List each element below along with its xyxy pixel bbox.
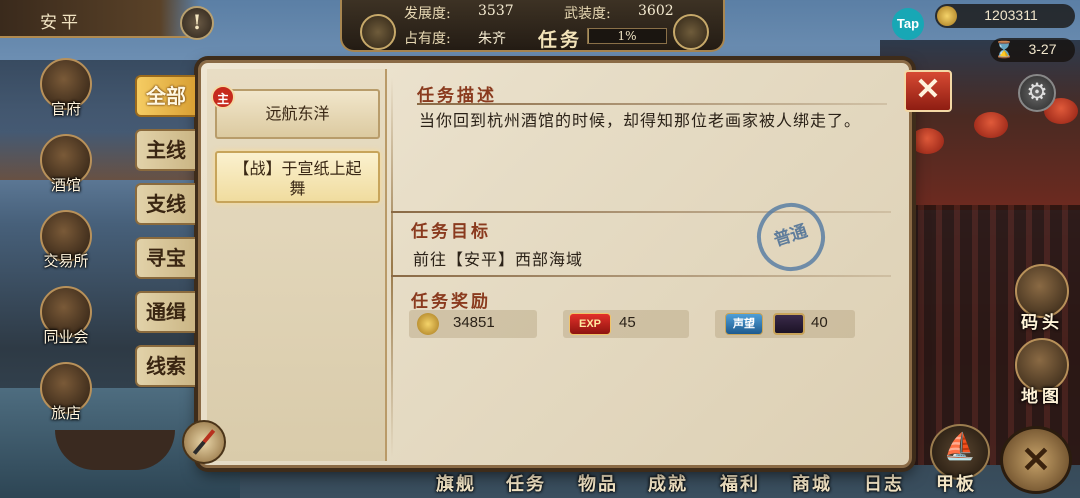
goal-title: 任务目标 [411, 222, 491, 242]
reward-fame-value: 40 [811, 314, 828, 331]
tab-all[interactable]: 全部 [135, 75, 195, 117]
development-value: 3537 [478, 3, 514, 19]
fame-icon: 声望 [725, 313, 763, 335]
reward-title: 任务奖励 [411, 292, 491, 312]
building-label: 官府 [50, 100, 81, 118]
dock-button[interactable]: 码头 [1012, 264, 1072, 333]
city-name: 安平 [40, 13, 82, 33]
building-exchange-button[interactable]: 交易所 [38, 210, 94, 271]
taptap-button[interactable]: Tap [892, 8, 924, 40]
date-value: 3-27 [1028, 41, 1057, 57]
close-icon[interactable]: ✕ [904, 70, 952, 112]
occupancy-value: 朱齐 [478, 31, 506, 47]
city-stats-hud: 发展度: 3537 武装度: 3602 占有度: 朱齐 任务 1% [340, 0, 725, 52]
section-divider [391, 275, 891, 277]
section-divider [417, 103, 887, 105]
ship-emblem-icon[interactable] [360, 14, 396, 50]
panel-divider [391, 77, 393, 457]
tab-wanted[interactable]: 通缉 [135, 291, 195, 333]
chevron-down-icon[interactable] [673, 14, 709, 50]
sailing-ship-icon: ⛵ [943, 432, 977, 462]
quest-progress-label: 1% [617, 29, 637, 43]
quest-list: 主 远航东洋 【战】于宣纸上起舞 [207, 69, 387, 461]
nav-log[interactable]: 日志 [864, 470, 904, 496]
development-label: 发展度: [404, 6, 451, 22]
reward-exp-value: 45 [619, 314, 636, 331]
lantern-icon [910, 128, 944, 154]
exp-icon: EXP [569, 313, 611, 335]
reward-exp: EXP 45 [563, 310, 689, 338]
dock-label: 码头 [1021, 313, 1063, 333]
reward-coins: 34851 [409, 310, 537, 338]
nav-welfare[interactable]: 福利 [720, 470, 760, 496]
quest-progress-bar: 1% [587, 28, 667, 44]
nav-deck[interactable]: 甲板 [936, 470, 976, 496]
building-government-button[interactable]: 官府 [38, 58, 94, 119]
reward-fame: 声望 40 [715, 310, 855, 338]
building-guild-button[interactable]: 同业会 [38, 286, 94, 347]
nav-shop[interactable]: 商城 [792, 470, 832, 496]
quest-goal: 前往【安平】西部海域 [413, 250, 584, 269]
gold-coin-icon [937, 6, 957, 26]
quest-list-item-selected[interactable]: 【战】于宣纸上起舞 [215, 151, 380, 203]
hourglass-icon: ⌛ [994, 40, 1014, 59]
main-quest-badge: 主 [211, 85, 235, 109]
compass-needle [192, 429, 216, 455]
building-label: 酒馆 [50, 176, 81, 194]
quest-description: 当你回到杭州酒馆的时候，却得知那位老画家被人绑走了。 [419, 111, 862, 130]
hud-quest-title: 任务 [538, 29, 583, 51]
bottom-nav: 旗舰 任务 物品 成就 福利 商城 日志 甲板 [430, 468, 990, 498]
building-label: 同业会 [43, 328, 89, 346]
quest-panel: 全部 主线 支线 寻宝 通缉 线索 主 远航东洋 【战】于宣纸上起舞 任务描述 … [135, 60, 912, 468]
city-tag[interactable]: 安平 [0, 0, 200, 38]
settings-gear-icon[interactable]: ⚙ [1018, 74, 1056, 112]
difficulty-stamp: 普通 [748, 194, 834, 280]
nav-items[interactable]: 物品 [578, 470, 618, 496]
tab-side[interactable]: 支线 [135, 183, 195, 225]
tab-clues[interactable]: 线索 [135, 345, 195, 387]
gold-display[interactable]: 1203311 [935, 4, 1075, 28]
gold-value: 1203311 [984, 7, 1038, 23]
occupancy-label: 占有度: [404, 31, 451, 47]
tab-treasure[interactable]: 寻宝 [135, 237, 195, 279]
nav-flagship[interactable]: 旗舰 [436, 470, 476, 496]
armament-label: 武装度: [564, 6, 611, 22]
background-lattice-wall [900, 205, 1080, 465]
quest-list-item[interactable]: 主 远航东洋 [211, 85, 380, 139]
quest-title: 【战】于宣纸上起舞 [233, 159, 362, 198]
menu-toggle-button[interactable]: ✕ [1000, 426, 1072, 494]
armament-value: 3602 [638, 3, 674, 19]
lantern-icon [974, 112, 1008, 138]
building-tavern-button[interactable]: 酒馆 [38, 134, 94, 195]
date-display: ⌛ 3-27 [990, 38, 1075, 62]
compass-icon [182, 420, 226, 464]
building-label: 交易所 [43, 252, 89, 270]
nav-achievements[interactable]: 成就 [648, 470, 688, 496]
alert-button[interactable]: ! [180, 6, 214, 40]
quest-title: 远航东洋 [265, 104, 330, 123]
building-label: 旅店 [50, 404, 81, 422]
map-button[interactable]: 地图 [1012, 338, 1072, 407]
nav-quests[interactable]: 任务 [506, 470, 546, 496]
map-label: 地图 [1021, 387, 1063, 407]
section-divider [391, 211, 891, 213]
reputation-rank-icon [773, 313, 805, 335]
reward-coins-value: 34851 [453, 314, 495, 331]
tab-main[interactable]: 主线 [135, 129, 195, 171]
coin-icon [417, 313, 439, 335]
building-inn-button[interactable]: 旅店 [38, 362, 94, 423]
